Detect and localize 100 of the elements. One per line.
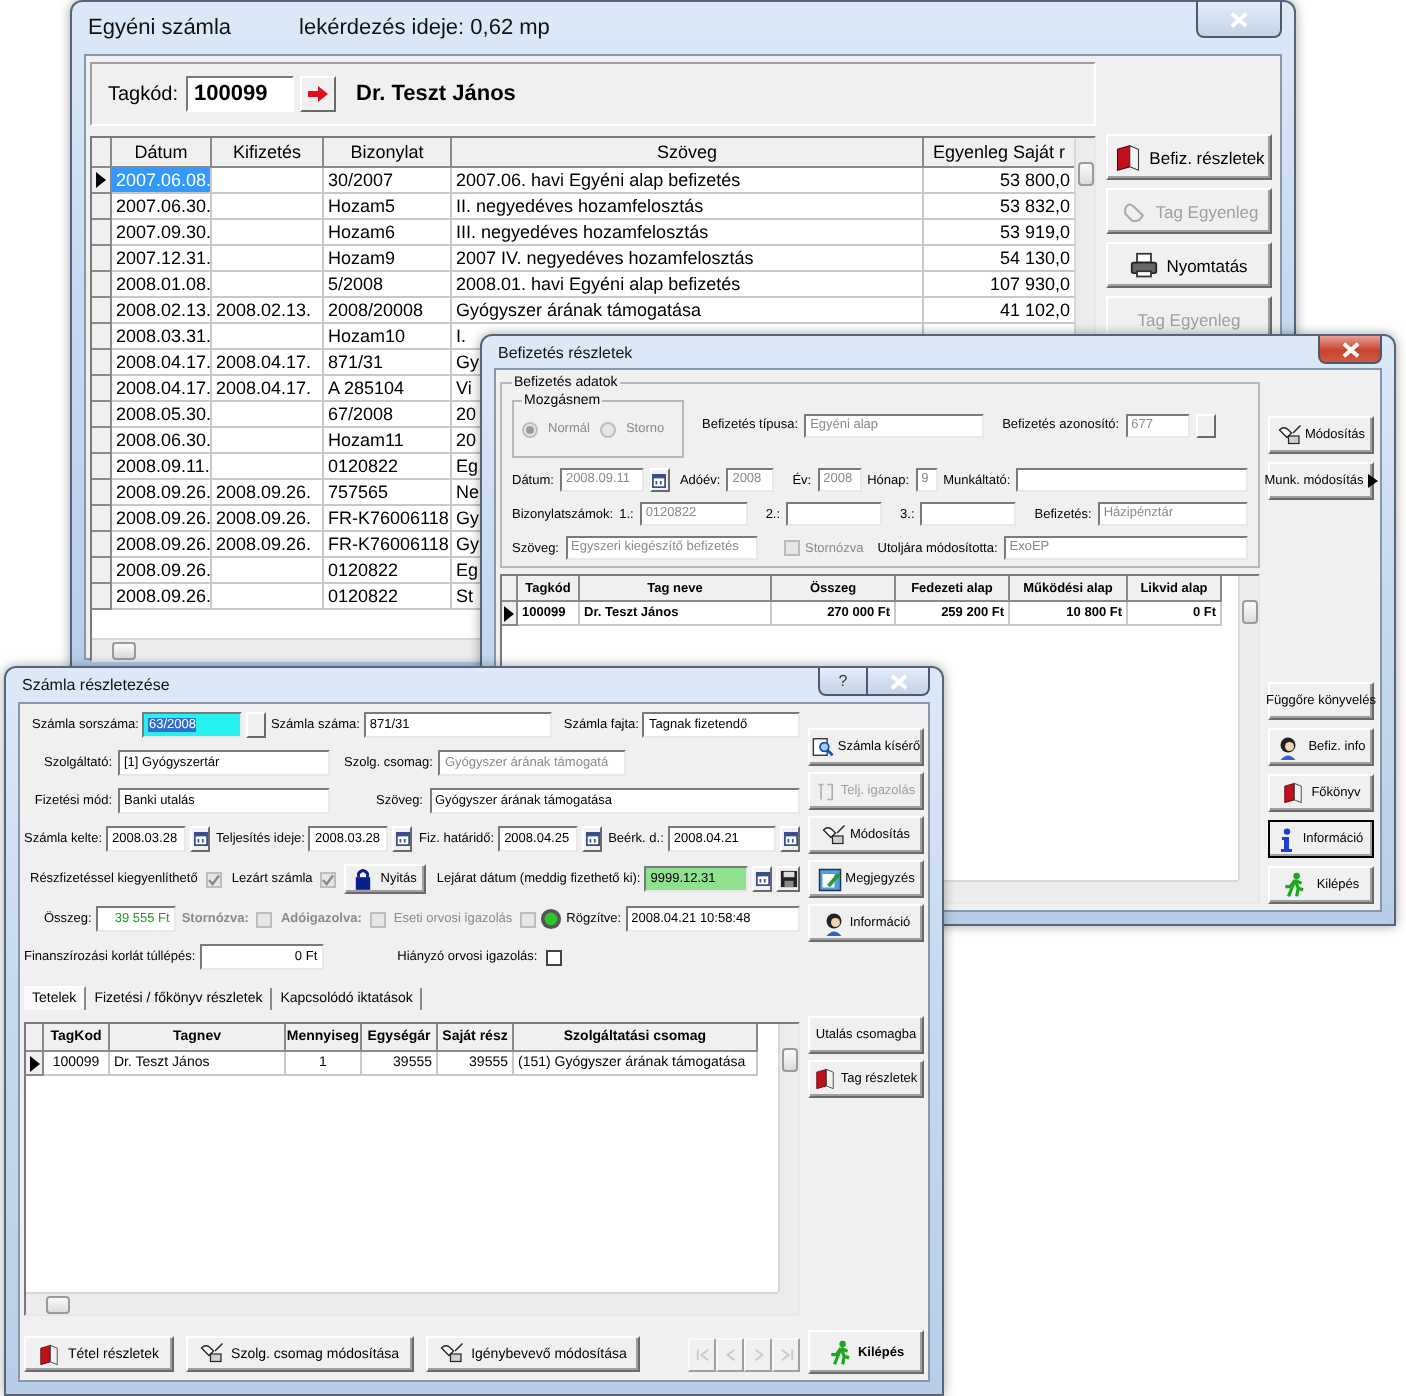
table-cell bbox=[212, 220, 324, 246]
row-pointer-icon bbox=[96, 172, 106, 188]
close-button[interactable] bbox=[866, 668, 930, 696]
arrow-right-icon bbox=[308, 86, 329, 102]
lookup-button[interactable] bbox=[1195, 413, 1216, 437]
go-button[interactable] bbox=[300, 76, 337, 112]
table-cell: Hozam9 bbox=[324, 246, 452, 272]
calendar-icon bbox=[585, 832, 600, 846]
table-cell: Gyógyszer árának támogatása bbox=[452, 298, 924, 324]
field-label: Tagkód: bbox=[108, 83, 179, 105]
toolbar-button[interactable]: Befiz. részletek bbox=[1106, 134, 1272, 180]
table-cell: 2008.09.26. bbox=[212, 532, 324, 558]
book-icon bbox=[1281, 782, 1304, 804]
help-button[interactable]: ? bbox=[818, 668, 866, 696]
calendar-button[interactable] bbox=[582, 826, 603, 852]
checkbox[interactable] bbox=[545, 949, 562, 965]
table-cell: 2007.06.08. bbox=[112, 168, 212, 194]
table-cell: 2008.09.26. bbox=[112, 532, 212, 558]
close-icon bbox=[889, 673, 907, 689]
calendar-icon bbox=[755, 872, 769, 886]
window-title: Számla részletezése bbox=[22, 676, 170, 694]
table-cell: 2008.06.30. bbox=[112, 428, 212, 454]
table-cell bbox=[212, 272, 324, 298]
table-cell: 2008.09.11. bbox=[112, 454, 212, 480]
save-button[interactable] bbox=[776, 866, 800, 892]
book-icon bbox=[38, 1343, 60, 1365]
calendar-button[interactable] bbox=[752, 866, 772, 892]
scrollbar-thumb[interactable] bbox=[1077, 162, 1093, 186]
vertical-scrollbar[interactable] bbox=[778, 1024, 798, 1292]
table-cell: Hozam11 bbox=[324, 428, 452, 454]
table-cell: 2008.09.26. bbox=[112, 480, 212, 506]
row-indicator[interactable] bbox=[502, 602, 518, 626]
table-cell: 67/2008 bbox=[324, 402, 452, 428]
column-header[interactable]: Dátum bbox=[112, 138, 212, 168]
column-header[interactable]: Kifizetés bbox=[212, 138, 324, 168]
table-cell: 5/2008 bbox=[324, 272, 452, 298]
member-code-field[interactable]: 100099 bbox=[186, 76, 295, 112]
input-field[interactable] bbox=[1016, 468, 1248, 492]
table-cell: 2008.02.13. bbox=[112, 298, 212, 324]
book-icon bbox=[1113, 143, 1142, 171]
table-cell: 2008.03.31. bbox=[112, 324, 212, 350]
horizontal-scrollbar[interactable] bbox=[26, 1292, 778, 1314]
table-cell: Hozam6 bbox=[324, 220, 452, 246]
magnifier-icon bbox=[811, 736, 834, 758]
navigation-icon bbox=[779, 1347, 793, 1361]
calendar-button[interactable] bbox=[190, 826, 211, 852]
status-light-icon bbox=[540, 908, 563, 930]
calendar-button[interactable] bbox=[780, 826, 800, 852]
row-pointer-icon bbox=[29, 1055, 39, 1071]
calendar-icon bbox=[193, 832, 208, 846]
scrollbar-thumb[interactable] bbox=[46, 1295, 70, 1313]
person-icon bbox=[821, 911, 846, 935]
table-cell: 2007.06. havi Egyéni alap befizetés bbox=[452, 168, 924, 194]
table-cell: 2008.09.26. bbox=[112, 584, 212, 610]
calendar-button[interactable] bbox=[649, 468, 670, 492]
table-cell: Hozam5 bbox=[324, 194, 452, 220]
query-time-text: lekérdezés ideje: 0,62 mp bbox=[299, 16, 550, 40]
table-cell: 2007 IV. negyedéves hozamfelosztás bbox=[452, 246, 924, 272]
info-icon bbox=[1278, 827, 1295, 851]
person-icon bbox=[1276, 735, 1301, 759]
row-indicator[interactable] bbox=[92, 168, 112, 194]
table-cell: 2008.01. havi Egyéni alap befizetés bbox=[452, 272, 924, 298]
caret-icon bbox=[1367, 474, 1378, 488]
table-cell: II. negyedéves hozamfelosztás bbox=[452, 194, 924, 220]
row-indicator[interactable] bbox=[26, 1052, 44, 1076]
column-header[interactable]: Szöveg bbox=[452, 138, 924, 168]
table-cell bbox=[212, 428, 324, 454]
header-corner bbox=[92, 138, 112, 168]
calendar-button[interactable] bbox=[392, 826, 413, 852]
table-cell: 2008.05.30. bbox=[112, 402, 212, 428]
table-cell bbox=[212, 324, 324, 350]
table-cell: 757565 bbox=[324, 480, 452, 506]
close-button[interactable] bbox=[1196, 2, 1282, 38]
table-cell bbox=[212, 402, 324, 428]
column-header[interactable]: Bizonylat bbox=[324, 138, 452, 168]
lookup-button[interactable] bbox=[246, 712, 267, 738]
input-field[interactable] bbox=[786, 502, 883, 526]
table-cell: 2008.02.13. bbox=[212, 298, 324, 324]
scrollbar-thumb[interactable] bbox=[1241, 600, 1257, 624]
table-cell: 2008.04.17. bbox=[212, 350, 324, 376]
note-icon bbox=[817, 867, 842, 891]
vertical-scrollbar[interactable] bbox=[1238, 576, 1258, 880]
close-button[interactable] bbox=[1318, 336, 1382, 364]
window-title: Egyéni számla bbox=[88, 16, 232, 40]
table-cell bbox=[212, 168, 324, 194]
table-cell: 2008.09.26. bbox=[212, 506, 324, 532]
input-field[interactable] bbox=[920, 502, 1017, 526]
column-header[interactable]: Egyenleg Saját r bbox=[924, 138, 1074, 168]
table-cell: 2007.09.30. bbox=[112, 220, 212, 246]
table-cell: 30/2007 bbox=[324, 168, 452, 194]
scrollbar-thumb[interactable] bbox=[112, 641, 136, 659]
toolbar-button[interactable]: Nyomtatás bbox=[1106, 242, 1272, 288]
close-icon bbox=[1230, 11, 1248, 27]
table-cell: 2007.06.30. bbox=[112, 194, 212, 220]
table-cell: III. negyedéves hozamfelosztás bbox=[452, 220, 924, 246]
row-pointer-icon bbox=[504, 605, 514, 621]
scrollbar-thumb[interactable] bbox=[781, 1048, 797, 1072]
table-cell: 871/31 bbox=[324, 350, 452, 376]
hand-pen-icon bbox=[822, 823, 846, 847]
table-cell bbox=[212, 454, 324, 480]
